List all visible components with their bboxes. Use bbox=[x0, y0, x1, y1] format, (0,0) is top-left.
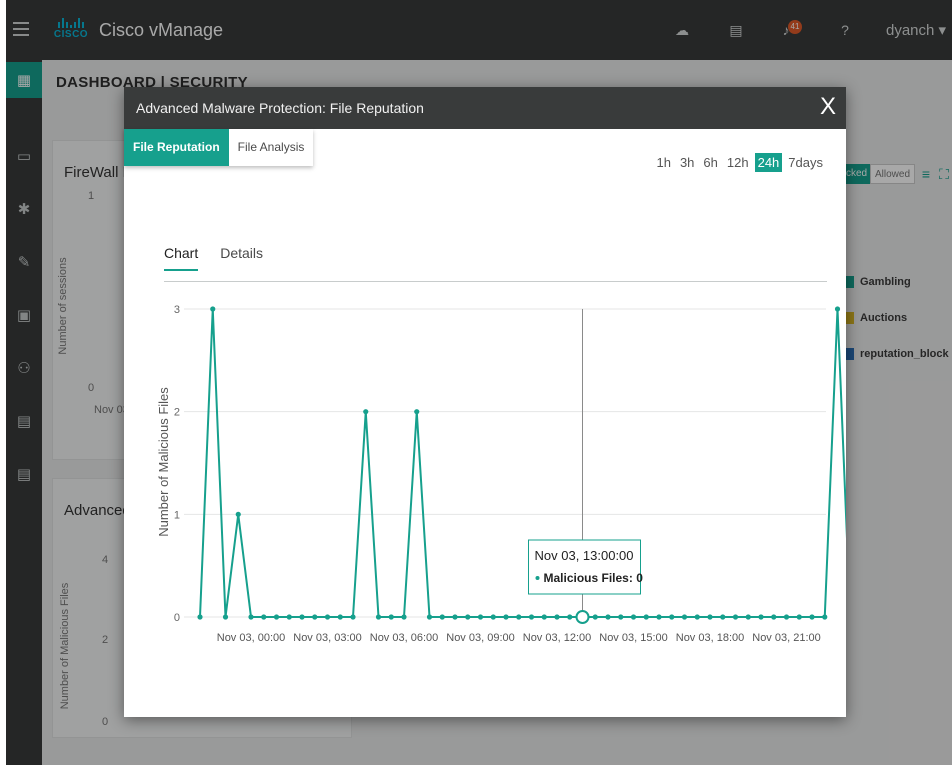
data-point[interactable] bbox=[694, 614, 700, 620]
data-point[interactable] bbox=[758, 614, 764, 620]
tooltip-title: Nov 03, 13:00:00 bbox=[535, 548, 634, 563]
data-point[interactable] bbox=[414, 409, 420, 415]
data-point[interactable] bbox=[516, 614, 522, 620]
x-tick-label: Nov 03, 12:00 bbox=[523, 632, 592, 644]
tooltip-value: Malicious Files: 0 bbox=[544, 571, 644, 585]
data-point[interactable] bbox=[541, 614, 547, 620]
data-point[interactable] bbox=[273, 614, 280, 620]
data-point[interactable] bbox=[707, 614, 713, 620]
data-point[interactable] bbox=[350, 614, 356, 620]
data-point[interactable] bbox=[783, 614, 790, 620]
data-point[interactable] bbox=[834, 306, 841, 312]
x-tick-label: Nov 03, 06:00 bbox=[370, 632, 439, 644]
data-point[interactable] bbox=[324, 614, 331, 620]
data-point[interactable] bbox=[567, 614, 573, 620]
data-point[interactable] bbox=[503, 614, 509, 620]
data-point[interactable] bbox=[822, 614, 828, 620]
data-point[interactable] bbox=[771, 614, 777, 620]
data-point[interactable] bbox=[299, 614, 305, 620]
data-point[interactable] bbox=[528, 614, 535, 620]
data-point[interactable] bbox=[337, 614, 343, 620]
y-tick-label: 3 bbox=[174, 304, 180, 316]
data-point[interactable] bbox=[222, 614, 229, 620]
data-point[interactable] bbox=[720, 614, 726, 620]
y-tick-label: 0 bbox=[174, 612, 180, 624]
data-point[interactable] bbox=[796, 614, 802, 620]
hover-point bbox=[575, 610, 590, 624]
data-point[interactable] bbox=[235, 511, 241, 517]
data-point[interactable] bbox=[630, 614, 637, 620]
data-point[interactable] bbox=[286, 614, 292, 620]
data-point[interactable] bbox=[388, 614, 394, 620]
data-point[interactable] bbox=[312, 614, 318, 620]
tooltip-series-marker bbox=[535, 576, 540, 580]
data-point[interactable] bbox=[426, 614, 433, 620]
data-point[interactable] bbox=[656, 614, 662, 620]
data-point[interactable] bbox=[452, 614, 458, 620]
data-point[interactable] bbox=[375, 614, 382, 620]
y-tick-label: 1 bbox=[174, 509, 180, 521]
series-line-malicious-files bbox=[199, 308, 846, 618]
data-point[interactable] bbox=[197, 614, 203, 620]
malicious-files-chart[interactable]: 0 1 2 3 Number of Malicious Files Nov 03, 00:… bbox=[124, 87, 846, 717]
vmanage-app: CISCO Cisco vManage ☁ ▤ ♪ 41 ? dyanch ▾ … bbox=[6, 0, 952, 765]
data-point[interactable] bbox=[681, 614, 688, 620]
data-point[interactable] bbox=[618, 614, 624, 620]
data-point[interactable] bbox=[465, 614, 471, 620]
x-tick-label: Nov 03, 18:00 bbox=[676, 632, 745, 644]
data-point[interactable] bbox=[439, 614, 445, 620]
data-point[interactable] bbox=[669, 614, 675, 620]
data-point[interactable] bbox=[809, 614, 815, 620]
data-point[interactable] bbox=[554, 614, 560, 620]
data-point[interactable] bbox=[605, 614, 611, 620]
data-point[interactable] bbox=[210, 306, 216, 312]
x-tick-label: Nov 03, 15:00 bbox=[599, 632, 668, 644]
data-point[interactable] bbox=[490, 614, 496, 620]
data-point[interactable] bbox=[592, 614, 598, 620]
data-point[interactable] bbox=[732, 614, 739, 620]
data-point[interactable] bbox=[643, 614, 649, 620]
x-tick-label: Nov 03, 21:00 bbox=[752, 632, 821, 644]
x-tick-label: Nov 03, 03:00 bbox=[293, 632, 362, 644]
data-point[interactable] bbox=[401, 614, 407, 620]
file-reputation-modal: Advanced Malware Protection: File Reputa… bbox=[124, 87, 846, 717]
data-point[interactable] bbox=[745, 614, 751, 620]
y-axis-label: Number of Malicious Files bbox=[156, 387, 171, 537]
y-tick-label: 2 bbox=[174, 407, 180, 419]
data-point[interactable] bbox=[477, 614, 484, 620]
data-point[interactable] bbox=[248, 614, 254, 620]
x-tick-label: Nov 03, 09:00 bbox=[446, 632, 515, 644]
x-tick-label: Nov 03, 00:00 bbox=[217, 632, 286, 644]
data-point[interactable] bbox=[261, 614, 267, 620]
data-point[interactable] bbox=[363, 409, 369, 415]
